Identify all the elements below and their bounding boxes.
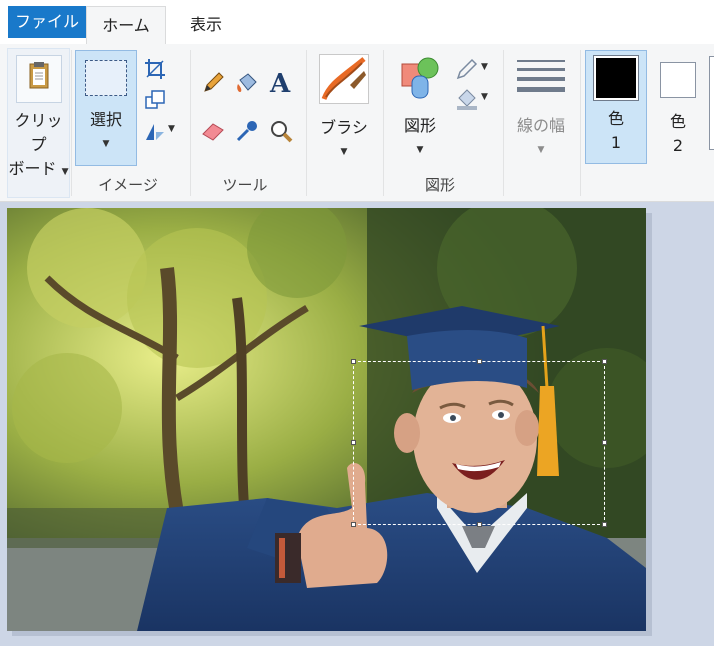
tools-group-label: ツール xyxy=(222,176,268,194)
color1-label-2: 1 xyxy=(610,133,622,152)
ribbon-home: クリップ ボード ▼ 選択 ▼ ▼ イメージ A ツール ブラシ ▼ 図形 ▼ … xyxy=(0,44,714,202)
pencil-icon[interactable] xyxy=(200,70,226,96)
clipboard-label-1: クリップ xyxy=(14,111,63,154)
shapes-icon xyxy=(396,54,444,102)
svg-text:A: A xyxy=(269,69,291,96)
select-rect-icon xyxy=(85,60,127,96)
canvas-area[interactable] xyxy=(0,202,714,646)
color1-label-1: 色 xyxy=(607,109,624,128)
shapes-group-label: 図形 xyxy=(424,176,455,194)
shapes-label: 図形 xyxy=(403,116,436,135)
fill-bucket-icon[interactable] xyxy=(234,70,260,96)
resize-handle[interactable] xyxy=(477,359,482,364)
color2-swatch xyxy=(660,62,696,98)
select-label: 選択 xyxy=(89,110,122,129)
line-width-label: 線の幅 xyxy=(516,116,565,135)
palette-edge xyxy=(709,56,714,150)
color2-button[interactable]: 色 2 xyxy=(652,50,704,164)
resize-handle[interactable] xyxy=(602,359,607,364)
dropdown-arrow-icon: ▼ xyxy=(481,92,488,102)
resize-handle[interactable] xyxy=(351,359,356,364)
brush-icon xyxy=(319,54,369,104)
dropdown-arrow-icon: ▼ xyxy=(481,62,488,72)
color2-label-2: 2 xyxy=(672,136,684,155)
select-button[interactable]: 選択 ▼ xyxy=(75,50,137,166)
clipboard-label-2: ボード xyxy=(8,159,57,178)
group-separator xyxy=(306,50,307,196)
magnifier-icon[interactable] xyxy=(268,118,294,144)
tab-file[interactable]: ファイル xyxy=(8,6,86,38)
ribbon-tab-bar: ファイル ホーム 表示 xyxy=(0,0,714,45)
crop-icon[interactable] xyxy=(142,56,168,82)
color1-swatch xyxy=(593,55,639,101)
color-picker-icon[interactable] xyxy=(234,118,260,144)
clipboard-icon xyxy=(15,55,62,103)
resize-handle[interactable] xyxy=(602,522,607,527)
canvas-shadow xyxy=(12,631,652,636)
outline-icon[interactable]: ▼ xyxy=(454,56,490,82)
brush-button[interactable]: ブラシ ▼ xyxy=(314,52,374,162)
resize-handle[interactable] xyxy=(477,522,482,527)
line-width-icon xyxy=(517,56,565,96)
resize-handle[interactable] xyxy=(602,440,607,445)
dropdown-arrow-icon: ▼ xyxy=(61,167,69,177)
dropdown-arrow-icon: ▼ xyxy=(168,124,175,134)
clipboard-button[interactable]: クリップ ボード ▼ xyxy=(7,48,70,198)
chevron-down-icon: ▼ xyxy=(340,147,348,157)
resize-icon[interactable] xyxy=(142,87,168,113)
group-separator xyxy=(383,50,384,196)
color2-label-1: 色 xyxy=(669,112,686,131)
rotate-icon[interactable]: ▼ xyxy=(142,118,178,144)
color1-button[interactable]: 色 1 xyxy=(585,50,647,164)
selection-rectangle[interactable] xyxy=(351,359,607,527)
text-icon[interactable]: A xyxy=(268,68,294,99)
group-separator xyxy=(503,50,504,196)
line-width-button[interactable]: 線の幅 ▼ xyxy=(508,52,574,162)
shape-fill-icon[interactable]: ▼ xyxy=(454,86,490,112)
chevron-down-icon: ▼ xyxy=(537,145,545,155)
canvas-shadow xyxy=(646,213,652,636)
canvas-image[interactable] xyxy=(7,208,646,631)
chevron-down-icon: ▼ xyxy=(102,139,110,149)
resize-handle[interactable] xyxy=(351,522,356,527)
group-separator xyxy=(71,50,72,196)
chevron-down-icon: ▼ xyxy=(416,145,424,155)
shapes-button[interactable]: 図形 ▼ xyxy=(392,52,448,162)
brush-label: ブラシ xyxy=(320,118,368,137)
resize-handle[interactable] xyxy=(351,440,356,445)
group-separator xyxy=(580,50,581,196)
group-separator xyxy=(190,50,191,196)
image-group-label: イメージ xyxy=(98,176,158,194)
tab-view[interactable]: 表示 xyxy=(166,6,246,44)
tab-home[interactable]: ホーム xyxy=(86,6,166,45)
eraser-icon[interactable] xyxy=(200,118,226,144)
